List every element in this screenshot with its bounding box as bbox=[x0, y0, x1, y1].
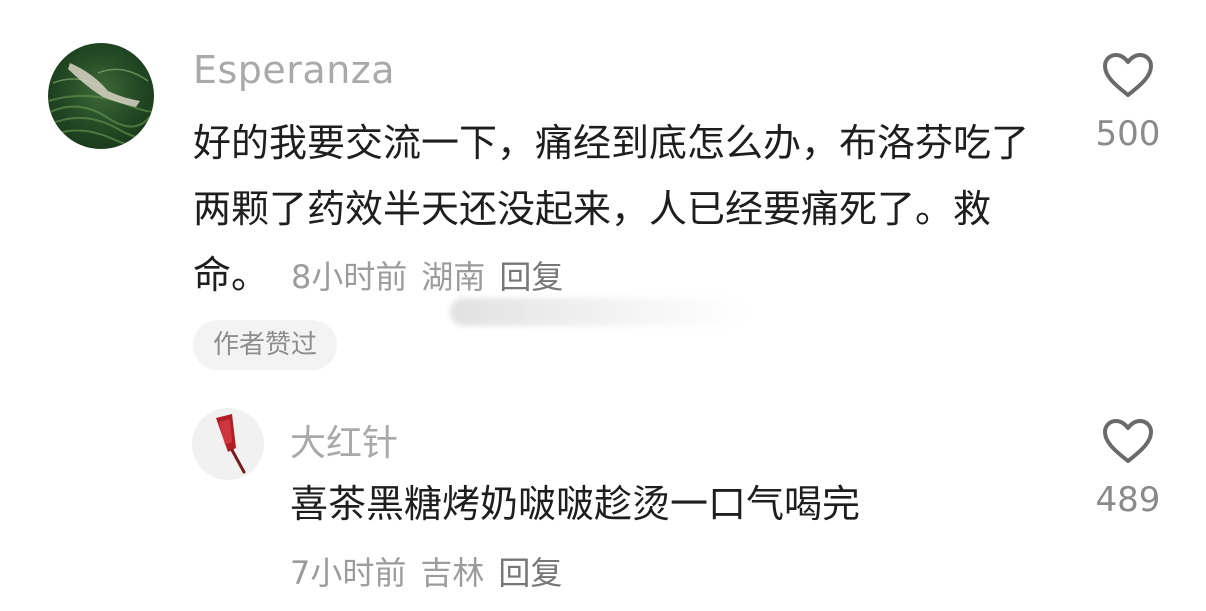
avatar-image bbox=[48, 63, 154, 147]
heart-outline-icon[interactable] bbox=[1068, 418, 1188, 464]
comment-username[interactable]: Esperanza bbox=[193, 48, 395, 92]
like-count: 489 bbox=[1095, 480, 1161, 520]
heart-outline-icon[interactable] bbox=[1068, 52, 1188, 98]
like-control[interactable]: 489 bbox=[1068, 418, 1188, 520]
comment-thread: Esperanza 好的我要交流一下，痛经到底怎么办，布洛芬吃了两颗了药效半天还… bbox=[0, 0, 1206, 611]
reply-button[interactable]: 回复 bbox=[499, 258, 563, 296]
comment-body: 好的我要交流一下，痛经到底怎么办，布洛芬吃了两颗了药效半天还没起来，人已经要痛死… bbox=[193, 110, 1043, 310]
reply-username[interactable]: 大红针 bbox=[290, 414, 398, 466]
reply-meta: 7小时前 吉林 回复 bbox=[290, 548, 576, 594]
avatar[interactable] bbox=[192, 408, 264, 480]
comment-location: 湖南 bbox=[421, 258, 486, 296]
avatar[interactable] bbox=[48, 43, 154, 149]
like-count: 500 bbox=[1095, 114, 1161, 154]
reply-location: 吉林 bbox=[420, 554, 485, 592]
reply-text: 喜茶黑糖烤奶啵啵趁烫一口气喝完 bbox=[290, 482, 861, 526]
blurred-text bbox=[450, 298, 750, 326]
comment-time: 8小时前 bbox=[291, 258, 408, 296]
like-control[interactable]: 500 bbox=[1068, 52, 1188, 154]
avatar-image bbox=[192, 408, 264, 480]
reply-time: 7小时前 bbox=[290, 554, 407, 592]
reply-button[interactable]: 回复 bbox=[498, 554, 562, 592]
comment-meta: 8小时前 湖南 回复 bbox=[269, 258, 577, 296]
author-liked-badge: 作者赞过 bbox=[193, 320, 338, 370]
